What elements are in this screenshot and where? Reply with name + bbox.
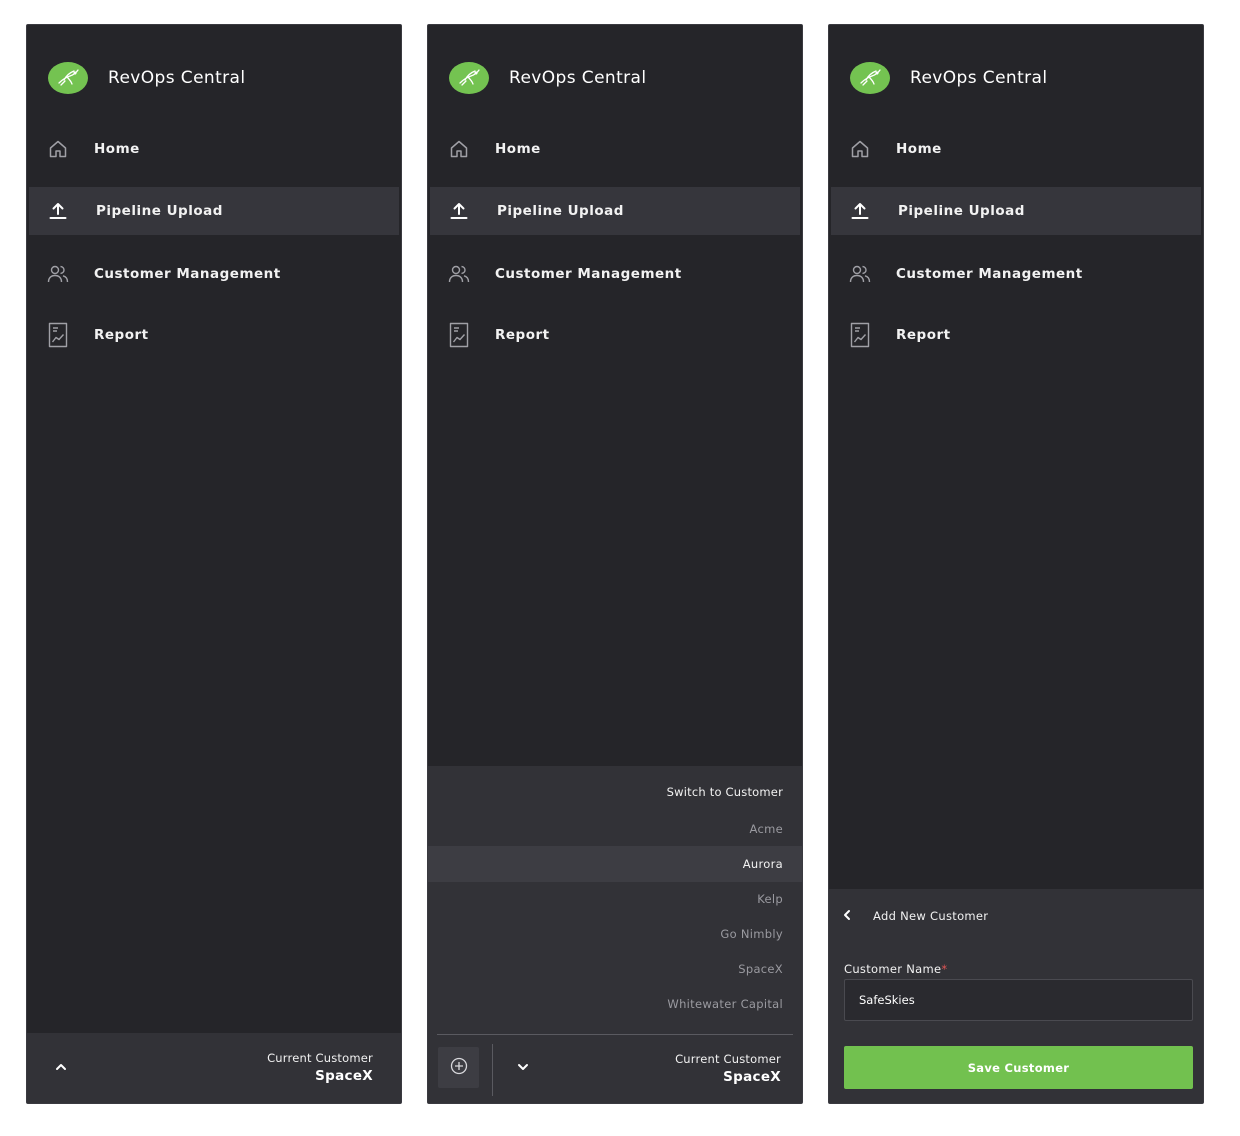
- current-customer: Current Customer SpaceX: [267, 1051, 373, 1084]
- nav-item-label: Pipeline Upload: [898, 203, 1025, 219]
- hummingbird-logo-icon: [449, 62, 489, 94]
- current-customer-footer[interactable]: Current Customer SpaceX: [27, 1033, 401, 1103]
- customer-name-field[interactable]: [844, 979, 1193, 1021]
- nav-item-pipeline-upload[interactable]: Pipeline Upload: [29, 187, 399, 235]
- customer-switcher: Switch to Customer Acme Aurora Kelp Go N…: [428, 766, 802, 1103]
- switcher-header: Switch to Customer: [666, 785, 783, 799]
- app-title: RevOps Central: [910, 68, 1048, 88]
- chevron-up-icon[interactable]: [49, 1055, 73, 1079]
- nav-item-customer-management[interactable]: Customer Management: [428, 250, 802, 298]
- nav-item-label: Pipeline Upload: [96, 203, 223, 219]
- app-title: RevOps Central: [509, 68, 647, 88]
- customer-option[interactable]: SpaceX: [428, 951, 802, 987]
- add-customer-button[interactable]: [438, 1047, 479, 1088]
- upload-icon: [47, 199, 69, 223]
- nav-item-report[interactable]: Report: [27, 311, 401, 359]
- users-icon: [448, 262, 470, 286]
- nav-item-label: Report: [495, 327, 550, 343]
- customer-option[interactable]: Whitewater Capital: [428, 986, 802, 1022]
- nav-item-home[interactable]: Home: [27, 125, 401, 173]
- nav-item-label: Report: [896, 327, 951, 343]
- add-customer-title: Add New Customer: [873, 909, 989, 923]
- chevron-down-icon[interactable]: [512, 1056, 534, 1078]
- home-icon: [47, 137, 69, 161]
- nav-item-customer-management[interactable]: Customer Management: [829, 250, 1203, 298]
- nav-item-report[interactable]: Report: [428, 311, 802, 359]
- nav-item-customer-management[interactable]: Customer Management: [27, 250, 401, 298]
- report-icon: [448, 322, 470, 348]
- customer-option[interactable]: Acme: [428, 811, 802, 847]
- customer-option[interactable]: Aurora: [428, 846, 802, 882]
- upload-icon: [849, 199, 871, 223]
- plus-circle-icon: [450, 1057, 468, 1079]
- customer-option[interactable]: Kelp: [428, 881, 802, 917]
- add-customer-panel: Add New Customer Customer Name* Save Cus…: [829, 889, 1203, 1103]
- nav-item-label: Home: [896, 141, 942, 157]
- customer-name-label: Customer Name*: [844, 962, 947, 976]
- nav-item-pipeline-upload[interactable]: Pipeline Upload: [430, 187, 800, 235]
- save-customer-button[interactable]: Save Customer: [844, 1046, 1193, 1089]
- current-customer: Current Customer SpaceX: [675, 1052, 781, 1085]
- home-icon: [448, 137, 470, 161]
- nav-item-label: Home: [94, 141, 140, 157]
- nav-item-home[interactable]: Home: [428, 125, 802, 173]
- upload-icon: [448, 199, 470, 223]
- nav-item-home[interactable]: Home: [829, 125, 1203, 173]
- customer-option[interactable]: Go Nimbly: [428, 916, 802, 952]
- customer-name-label-text: Customer Name: [844, 962, 942, 976]
- hummingbird-logo-icon: [850, 62, 890, 94]
- current-customer-value: SpaceX: [723, 1069, 781, 1085]
- nav-item-report[interactable]: Report: [829, 311, 1203, 359]
- hummingbird-logo-icon: [48, 62, 88, 94]
- chevron-left-icon[interactable]: [839, 905, 855, 925]
- divider: [492, 1044, 493, 1096]
- divider: [437, 1034, 793, 1035]
- sidebar-panel-switcher: RevOps Central Home Pipeline Upload Cust…: [427, 24, 803, 1104]
- app-title: RevOps Central: [108, 68, 246, 88]
- nav-item-label: Pipeline Upload: [497, 203, 624, 219]
- current-customer-label: Current Customer: [267, 1051, 373, 1065]
- nav-item-label: Customer Management: [94, 266, 281, 282]
- report-icon: [849, 322, 871, 348]
- brand[interactable]: RevOps Central: [449, 61, 647, 95]
- nav-item-label: Customer Management: [896, 266, 1083, 282]
- brand[interactable]: RevOps Central: [850, 61, 1048, 95]
- nav-item-label: Report: [94, 327, 149, 343]
- current-customer-label: Current Customer: [675, 1052, 781, 1066]
- users-icon: [849, 262, 871, 286]
- sidebar-panel-add-customer: RevOps Central Home Pipeline Upload Cust…: [828, 24, 1204, 1104]
- required-mark: *: [941, 962, 948, 976]
- users-icon: [47, 262, 69, 286]
- nav-item-label: Home: [495, 141, 541, 157]
- brand[interactable]: RevOps Central: [48, 61, 246, 95]
- nav-item-label: Customer Management: [495, 266, 682, 282]
- current-customer-value: SpaceX: [315, 1068, 373, 1084]
- home-icon: [849, 137, 871, 161]
- report-icon: [47, 322, 69, 348]
- nav-item-pipeline-upload[interactable]: Pipeline Upload: [831, 187, 1201, 235]
- sidebar-panel-default: RevOps Central Home Pipeline Upload Cust…: [26, 24, 402, 1104]
